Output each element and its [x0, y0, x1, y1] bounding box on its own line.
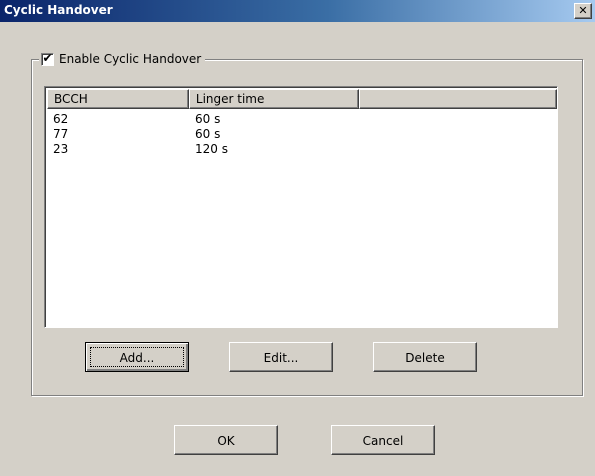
delete-button-label: Delete	[405, 351, 445, 365]
table-row[interactable]: 77 60 s	[53, 127, 355, 142]
close-icon: ✕	[578, 4, 588, 17]
cancel-button[interactable]: Cancel	[331, 425, 435, 455]
cell-linger-time: 60 s	[195, 112, 221, 126]
edit-button[interactable]: Edit...	[229, 342, 333, 372]
list-rows: 62 60 s 77 60 s 23 120 s	[53, 112, 355, 157]
table-row[interactable]: 23 120 s	[53, 142, 355, 157]
ok-button[interactable]: OK	[174, 425, 278, 455]
enable-cyclic-handover-label: Enable Cyclic Handover	[59, 52, 202, 66]
cell-bcch: 62	[53, 112, 69, 126]
checkbox-box[interactable]: ✔	[41, 50, 54, 66]
add-button[interactable]: Add...	[85, 342, 189, 372]
column-header-empty[interactable]	[358, 89, 557, 109]
cell-bcch: 23	[53, 142, 69, 156]
cell-bcch: 77	[53, 127, 69, 141]
column-header-linger-time[interactable]: Linger time	[188, 89, 359, 109]
table-row[interactable]: 62 60 s	[53, 112, 355, 127]
cyclic-handover-dialog: Cyclic Handover ✕ ✔ Enable Cyclic Handov…	[0, 0, 595, 476]
cancel-button-label: Cancel	[362, 434, 404, 448]
list-header: BCCH Linger time	[47, 89, 557, 109]
focus-indicator	[90, 347, 184, 367]
window-title: Cyclic Handover	[4, 3, 113, 17]
edit-button-label: Edit...	[263, 351, 299, 365]
cell-linger-time: 120 s	[195, 142, 228, 156]
bcch-list[interactable]: BCCH Linger time 62 60 s 77 60 s 23 120 …	[44, 86, 558, 328]
delete-button[interactable]: Delete	[373, 342, 477, 372]
close-button[interactable]: ✕	[574, 3, 592, 19]
ok-button-label: OK	[217, 434, 235, 448]
title-bar[interactable]: Cyclic Handover ✕	[0, 0, 595, 22]
column-header-bcch[interactable]: BCCH	[47, 89, 189, 109]
cell-linger-time: 60 s	[195, 127, 221, 141]
enable-cyclic-handover-checkbox[interactable]: ✔ Enable Cyclic Handover	[39, 50, 206, 67]
checkmark-icon: ✔	[42, 50, 53, 65]
